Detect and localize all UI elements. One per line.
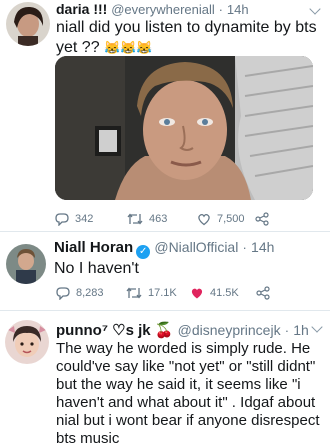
retweet-button[interactable]: 463 bbox=[127, 211, 167, 227]
timestamp[interactable]: 1h bbox=[293, 322, 309, 338]
retweet-icon bbox=[127, 213, 143, 225]
share-button[interactable] bbox=[256, 285, 270, 301]
share-button[interactable] bbox=[255, 211, 269, 227]
reply-button[interactable]: 342 bbox=[55, 211, 93, 227]
tweet-text-line: bts music bbox=[56, 430, 120, 446]
tweet-text-line: but the way he said it, it seems like "i bbox=[56, 376, 301, 393]
tweet-text: No I haven't bbox=[54, 260, 139, 277]
emoji: 😹😹😹 bbox=[104, 40, 153, 55]
tweet-header: daria !!! @everywhereniall · 14h bbox=[56, 1, 249, 17]
tweet-text-line: yet ?? bbox=[56, 39, 100, 56]
tweet-header: punno⁷ ♡s jk 🍒 @disneyprincejk · 1h bbox=[56, 322, 309, 339]
like-count: 7,500 bbox=[217, 213, 245, 225]
reply-button[interactable]: 8,283 bbox=[56, 285, 104, 301]
reply-count: 342 bbox=[75, 213, 94, 225]
handle[interactable]: @NiallOfficial bbox=[154, 239, 238, 255]
avatar-image bbox=[6, 244, 46, 284]
handle[interactable]: @disneyprincejk bbox=[178, 322, 281, 338]
avatar-image bbox=[6, 2, 50, 46]
heart-icon bbox=[191, 288, 203, 299]
timestamp[interactable]: 14h bbox=[227, 2, 249, 17]
avatar[interactable] bbox=[6, 2, 50, 46]
share-icon bbox=[256, 286, 270, 300]
tweet-text: The way he worded is simply rude. He cou… bbox=[56, 340, 328, 446]
share-icon bbox=[255, 212, 269, 226]
reply-icon bbox=[55, 213, 69, 226]
tweet-text-line: nial but i wont bear if anyone disrespec… bbox=[56, 412, 320, 429]
heart-icon bbox=[198, 214, 210, 226]
tweet-text-line: The way he worded is simply rude. He bbox=[56, 340, 311, 357]
tweet-text-line: could've say like "not yet" or "still di… bbox=[56, 358, 316, 375]
tweet-punno[interactable]: punno⁷ ♡s jk 🍒 @disneyprincejk · 1h The … bbox=[0, 311, 330, 446]
like-count: 41.5K bbox=[210, 287, 239, 299]
verified-badge-icon: ✓ bbox=[136, 245, 151, 259]
display-name[interactable]: daria !!! bbox=[56, 1, 107, 17]
chevron-down-icon[interactable] bbox=[309, 3, 321, 15]
handle[interactable]: @everywhereniall bbox=[111, 2, 215, 17]
retweet-count: 17.1K bbox=[148, 287, 177, 299]
reply-count: 8,283 bbox=[76, 287, 104, 299]
retweet-button[interactable]: 17.1K bbox=[126, 285, 177, 301]
avatar[interactable] bbox=[5, 320, 49, 364]
retweet-icon bbox=[126, 287, 142, 299]
timestamp[interactable]: 14h bbox=[251, 239, 274, 255]
tweet-text: niall did you listen to dynamite by bts … bbox=[56, 18, 326, 58]
chevron-down-icon[interactable] bbox=[311, 321, 323, 333]
photo-image bbox=[55, 56, 313, 200]
tweet-text-line: niall did you listen to dynamite by bts bbox=[56, 19, 317, 36]
avatar-image bbox=[5, 320, 49, 364]
tweet-niall[interactable]: Niall Horan ✓ @NiallOfficial · 14h No I h… bbox=[0, 232, 330, 307]
display-name[interactable]: punno⁷ ♡s jk 🍒 bbox=[56, 322, 173, 339]
tweet-daria[interactable]: daria !!! @everywhereniall · 14h niall d… bbox=[0, 0, 330, 232]
retweet-count: 463 bbox=[149, 213, 168, 225]
tweet-header: Niall Horan ✓ @NiallOfficial · 14h bbox=[54, 239, 275, 259]
reply-icon bbox=[56, 287, 70, 300]
tweet-photo[interactable] bbox=[55, 56, 313, 200]
tweet-actions: 342 463 7,500 bbox=[55, 211, 315, 227]
like-button[interactable]: 41.5K bbox=[190, 285, 239, 301]
tweet-actions: 8,283 17.1K 41.5K bbox=[56, 285, 316, 301]
tweet-text-line: haven't and what about it" . Idgaf about bbox=[56, 394, 316, 411]
display-name[interactable]: Niall Horan bbox=[54, 239, 133, 256]
like-button[interactable]: 7,500 bbox=[197, 211, 245, 227]
avatar[interactable] bbox=[6, 244, 46, 284]
